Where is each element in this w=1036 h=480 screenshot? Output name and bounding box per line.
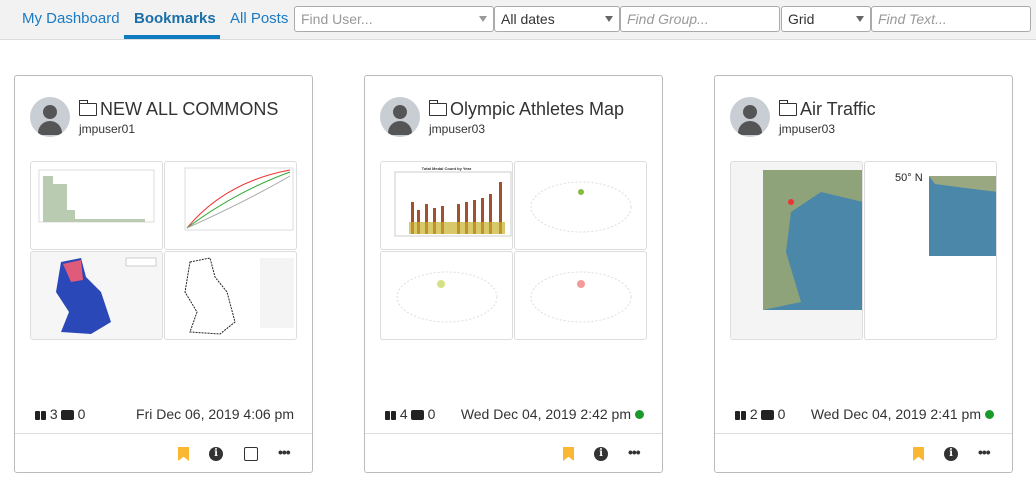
view-count: 4 — [399, 406, 408, 422]
top-nav-bar: My Dashboard Bookmarks All Posts Find Us… — [0, 0, 1036, 40]
info-icon[interactable]: i — [594, 447, 608, 461]
thumbnail-uk-outline-map[interactable] — [164, 251, 297, 340]
post-title[interactable]: Olympic Athletes Map — [428, 99, 625, 120]
comment-count: 0 — [777, 406, 786, 422]
info-icon[interactable]: i — [944, 447, 958, 461]
more-options-icon[interactable]: ••• — [978, 445, 992, 461]
comment-icon — [760, 410, 774, 420]
thumbnail-air-traffic-map[interactable] — [730, 161, 863, 340]
bookmark-icon[interactable] — [178, 447, 189, 461]
thumbnail-grid[interactable]: 50° N — [730, 161, 998, 341]
post-date: Wed Dec 04, 2019 2:42 pm — [460, 406, 631, 422]
post-card[interactable]: Olympic Athletes Map jmpuser03 Total Med… — [364, 75, 663, 473]
more-options-icon[interactable]: ••• — [278, 445, 292, 461]
post-author[interactable]: jmpuser03 — [779, 122, 835, 136]
folder-icon — [428, 100, 447, 116]
post-author[interactable]: jmpuser01 — [79, 122, 135, 136]
post-title-text: Air Traffic — [800, 99, 876, 119]
post-title[interactable]: NEW ALL COMMONS — [78, 99, 279, 120]
binoculars-icon — [35, 409, 46, 420]
tab-my-dashboard[interactable]: My Dashboard — [22, 10, 120, 27]
thumbnail-zoomed-map[interactable]: 50° N — [864, 161, 997, 340]
thumbnail-uk-map[interactable] — [30, 251, 163, 340]
card-actions: i ••• — [365, 433, 662, 473]
thumbnail-grid[interactable]: Total Medal Count by Year — [380, 161, 648, 341]
chevron-down-icon — [605, 16, 613, 22]
view-select[interactable]: Grid — [781, 6, 871, 32]
folder-icon — [778, 100, 797, 116]
binoculars-icon — [385, 409, 396, 420]
active-tab-indicator — [124, 35, 220, 39]
thumbnail-medal-bar-chart[interactable]: Total Medal Count by Year — [380, 161, 513, 250]
view-count: 2 — [749, 406, 758, 422]
post-title-text: NEW ALL COMMONS — [100, 99, 279, 119]
comment-count: 0 — [427, 406, 436, 422]
online-status-dot — [635, 410, 644, 419]
avatar — [30, 97, 70, 137]
bookmark-icon[interactable] — [913, 447, 924, 461]
comment-icon — [410, 410, 424, 420]
map-latitude-label: 50° N — [895, 172, 923, 184]
find-user-placeholder: Find User... — [301, 11, 373, 27]
online-status-dot — [985, 410, 994, 419]
post-title-text: Olympic Athletes Map — [450, 99, 625, 119]
find-group-placeholder: Find Group... — [627, 11, 709, 27]
post-date: Fri Dec 06, 2019 4:06 pm — [136, 406, 294, 422]
find-group-input[interactable]: Find Group... — [620, 6, 780, 32]
chevron-down-icon — [479, 16, 487, 22]
post-card[interactable]: Air Traffic jmpuser03 50° N 2 0 Wed Dec … — [714, 75, 1013, 473]
thumbnail-grid[interactable] — [30, 161, 298, 341]
thumbnail-world-map[interactable] — [514, 251, 647, 340]
find-text-placeholder: Find Text... — [878, 11, 947, 27]
thumbnail-title: Total Medal Count by Year — [421, 166, 472, 171]
binoculars-icon — [735, 409, 746, 420]
tab-all-posts[interactable]: All Posts — [230, 10, 288, 27]
bookmark-icon[interactable] — [563, 447, 574, 461]
avatar — [730, 97, 770, 137]
card-actions: i ••• — [15, 433, 312, 473]
thumbnail-world-map[interactable] — [514, 161, 647, 250]
tab-bookmarks[interactable]: Bookmarks — [134, 10, 216, 27]
post-author[interactable]: jmpuser03 — [429, 122, 485, 136]
view-count: 3 — [49, 406, 58, 422]
more-options-icon[interactable]: ••• — [628, 445, 642, 461]
comment-icon — [60, 410, 74, 420]
date-filter-select[interactable]: All dates — [494, 6, 620, 32]
comment-count: 0 — [77, 406, 86, 422]
thumbnail-world-map[interactable] — [380, 251, 513, 340]
post-date: Wed Dec 04, 2019 2:41 pm — [810, 406, 981, 422]
chevron-down-icon — [856, 16, 864, 22]
post-card[interactable]: NEW ALL COMMONS jmpuser01 3 0 Fri Dec 06… — [14, 75, 313, 473]
post-title[interactable]: Air Traffic — [778, 99, 876, 120]
info-icon[interactable]: i — [209, 447, 223, 461]
find-user-input[interactable]: Find User... — [294, 6, 494, 32]
find-text-input[interactable]: Find Text... — [871, 6, 1031, 32]
view-value: Grid — [788, 11, 815, 27]
folder-icon — [78, 100, 97, 116]
avatar — [380, 97, 420, 137]
thumbnail-line-chart[interactable] — [164, 161, 297, 250]
thumbnail-histogram[interactable] — [30, 161, 163, 250]
date-filter-value: All dates — [501, 11, 555, 27]
edit-icon[interactable] — [244, 447, 258, 461]
card-actions: i ••• — [715, 433, 1012, 473]
